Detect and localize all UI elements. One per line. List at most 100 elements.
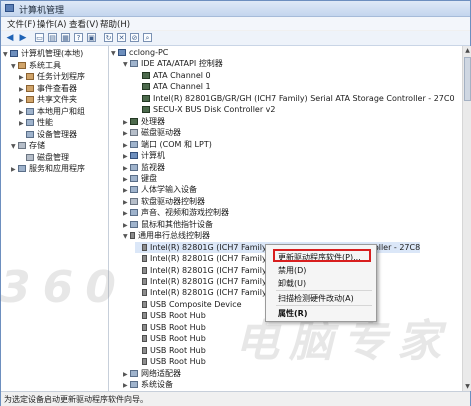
device-tree-label: USB Composite Device — [150, 299, 242, 309]
expand-icon[interactable]: ▶ — [123, 380, 130, 391]
scroll-down-icon[interactable]: ▼ — [463, 382, 471, 391]
device-tree-item[interactable]: ▶ 软盘驱动器控制器 — [123, 196, 205, 207]
collapse-icon[interactable]: ▼ — [11, 61, 18, 72]
menu-properties[interactable]: 属性(R) — [278, 308, 307, 319]
expand-icon[interactable]: ▶ — [123, 220, 130, 231]
device-tree-item[interactable]: ▶ 网络适配器 — [123, 368, 181, 379]
vertical-scrollbar[interactable]: ▲ ▼ — [462, 46, 471, 391]
nav-tree-item[interactable]: ▶ 本地用户和组 — [19, 106, 85, 117]
expand-icon[interactable]: ▶ — [19, 84, 26, 95]
computer-icon — [118, 49, 126, 56]
expand-icon[interactable]: ▶ — [123, 185, 130, 196]
device-tree-item[interactable]: ▼ 通用串行总线控制器 — [123, 230, 210, 241]
device-tree-item[interactable]: ▶ 声音、视频和游戏控制器 — [123, 207, 229, 218]
device-tree-item[interactable]: Intel(R) 82801G (ICH7 Family) — [135, 287, 270, 298]
device-tree-label: Intel(R) 82801G (ICH7 Family) — [150, 288, 270, 298]
device-tree-item[interactable]: ▶ 磁盘驱动器 — [123, 127, 181, 138]
device-tree-item[interactable]: USB Root Hub — [135, 345, 206, 356]
device-tree-label: USB Root Hub — [150, 322, 206, 332]
scan-hardware-icon[interactable]: ⌕ — [143, 33, 152, 42]
nav-tree-item[interactable]: ▶ 事件查看器 — [19, 83, 77, 94]
device-tree-item[interactable]: USB Root Hub — [135, 333, 206, 344]
expand-icon[interactable]: ▶ — [123, 128, 130, 139]
expand-icon[interactable]: ▶ — [123, 369, 130, 380]
expand-icon[interactable]: ▶ — [123, 197, 130, 208]
show-hide-tree-icon[interactable]: ▤ — [48, 33, 57, 42]
menu-view[interactable]: 查看(V) — [69, 18, 98, 30]
nav-tree-item[interactable]: ▼ 存储 — [11, 140, 45, 151]
device-tree-item[interactable]: ▼ cclong-PC — [111, 47, 168, 58]
device-tree-item[interactable]: USB Root Hub — [135, 356, 206, 367]
scroll-thumb[interactable] — [464, 57, 471, 101]
collapse-icon[interactable]: ▼ — [111, 48, 118, 59]
menu-file[interactable]: 文件(F) — [7, 18, 36, 30]
nav-tree-item[interactable]: 磁盘管理 — [19, 152, 69, 163]
sound-icon — [130, 209, 138, 217]
device-tree-item[interactable]: USB Composite Device — [135, 299, 242, 310]
forward-arrow-icon[interactable]: ▶ — [18, 33, 28, 43]
expand-icon[interactable]: ▶ — [123, 140, 130, 151]
nav-tree-item[interactable]: ▶ 性能 — [19, 117, 53, 128]
device-tree-item[interactable]: USB Root Hub — [135, 322, 206, 333]
device-tree-label: Intel(R) 82801G (ICH7 Family) — [150, 265, 270, 275]
back-arrow-icon[interactable]: ◀ — [5, 33, 15, 43]
uninstall-icon[interactable]: ✕ — [117, 33, 126, 42]
nav-tree-item[interactable]: ▶ 共享文件夹 — [19, 94, 77, 105]
device-tree-item[interactable]: Intel(R) 82801G (ICH7 Family) — [135, 265, 270, 276]
collapse-icon[interactable]: ▼ — [11, 141, 18, 152]
expand-icon[interactable]: ▶ — [19, 72, 26, 83]
device-tree-item[interactable]: ▶ 键盘 — [123, 173, 157, 184]
expand-icon[interactable]: ▶ — [11, 164, 18, 175]
expand-icon[interactable]: ▶ — [19, 118, 26, 129]
device-tree-item[interactable]: Intel(R) 82801G (ICH7 Family) — [135, 253, 270, 264]
nav-tree-item[interactable]: ▶ 任务计划程序 — [19, 71, 85, 82]
device-tree-item[interactable]: ATA Channel 0 — [135, 70, 211, 81]
collapse-icon[interactable]: ▼ — [123, 59, 130, 70]
menu-disable[interactable]: 禁用(D) — [278, 265, 306, 276]
device-tree-item[interactable]: Intel(R) 82801GB/GR/GH (ICH7 Family) Ser… — [135, 93, 455, 104]
expand-icon[interactable]: ▶ — [123, 163, 130, 174]
expand-icon[interactable]: ▶ — [123, 208, 130, 219]
scroll-up-icon[interactable]: ▲ — [463, 46, 471, 55]
device-tree-item[interactable]: ▶ 人体学输入设备 — [123, 184, 197, 195]
nav-tree-item[interactable]: ▼ 计算机管理(本地) — [3, 48, 83, 59]
device-tree-item[interactable]: Intel(R) 82801G (ICH7 Family) — [135, 276, 270, 287]
usb-icon — [142, 243, 147, 251]
device-tree-item[interactable]: ▶ 监视器 — [123, 162, 165, 173]
nav-tree-item[interactable]: ▼ 系统工具 — [11, 60, 61, 71]
nav-tree-item[interactable]: ▶ 服务和应用程序 — [11, 163, 85, 174]
expand-icon[interactable]: ▶ — [19, 107, 26, 118]
highlight-box — [273, 249, 371, 262]
expand-icon[interactable]: ▶ — [19, 95, 26, 106]
help-icon[interactable]: ? — [74, 33, 83, 42]
device-tree-item[interactable]: ▶ 端口 (COM 和 LPT) — [123, 139, 212, 150]
expand-icon[interactable]: ▶ — [123, 151, 130, 162]
expand-icon[interactable]: ▶ — [123, 117, 130, 128]
usb-icon — [142, 300, 147, 308]
nav-tree-item[interactable]: 设备管理器 — [19, 129, 77, 140]
device-tree-item[interactable]: ▶ 系统设备 — [123, 379, 173, 390]
menu-uninstall[interactable]: 卸载(U) — [278, 278, 306, 289]
properties-icon[interactable]: ▦ — [61, 33, 70, 42]
device-tree-item[interactable]: ▶ 处理器 — [123, 116, 165, 127]
device-tree-label: 磁盘驱动器 — [141, 128, 181, 138]
device-tree-item[interactable]: ATA Channel 1 — [135, 81, 211, 92]
update-driver-icon[interactable]: ↻ — [104, 33, 113, 42]
expand-icon[interactable]: ▶ — [123, 174, 130, 185]
view-icon[interactable]: ▣ — [87, 33, 96, 42]
menu-action[interactable]: 操作(A) — [37, 18, 66, 30]
disable-icon[interactable]: ⊘ — [130, 33, 139, 42]
up-folder-icon[interactable]: ▭ — [35, 33, 44, 42]
window-title: 计算机管理 — [19, 6, 65, 16]
nav-tree-label: 任务计划程序 — [37, 72, 85, 81]
device-tree-item[interactable]: ▼ IDE ATA/ATAPI 控制器 — [123, 58, 223, 69]
collapse-icon[interactable]: ▼ — [123, 231, 130, 242]
device-tree-item[interactable]: ▶ 鼠标和其他指针设备 — [123, 219, 213, 230]
menu-scan-hardware[interactable]: 扫描检测硬件改动(A) — [278, 293, 354, 304]
device-tree-item[interactable]: ▶ 计算机 — [123, 150, 165, 161]
nav-tree-label: 性能 — [37, 118, 53, 127]
device-tree-item[interactable]: USB Root Hub — [135, 310, 206, 321]
device-tree-item[interactable]: SECU-X BUS Disk Controller v2 — [135, 104, 276, 115]
menu-help[interactable]: 帮助(H) — [100, 18, 130, 30]
collapse-icon[interactable]: ▼ — [3, 49, 10, 60]
